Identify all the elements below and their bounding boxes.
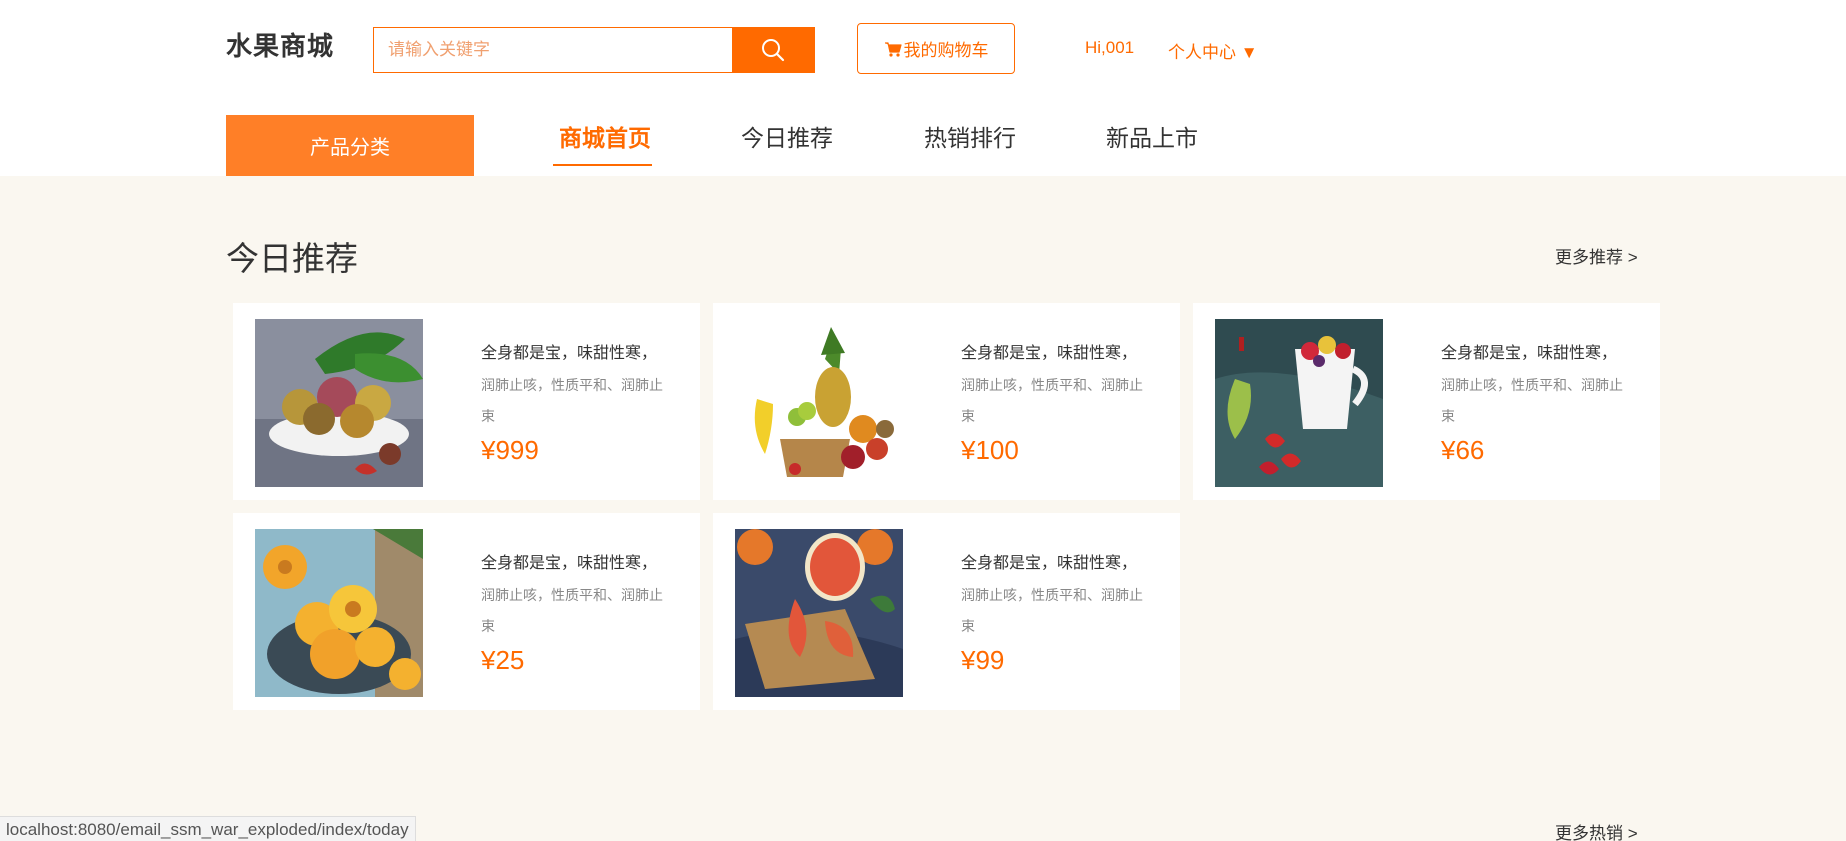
search-button[interactable] — [732, 28, 814, 72]
product-image-fruit-basket[interactable] — [735, 319, 903, 487]
product-title: 全身都是宝，味甜性寒， — [481, 345, 658, 362]
more-recommend-link[interactable]: 更多推荐 > — [1555, 243, 1638, 268]
cart-label: 我的购物车 — [903, 41, 989, 60]
site-logo[interactable]: 水果商城 — [226, 26, 334, 63]
product-title: 全身都是宝，味甜性寒， — [481, 555, 658, 572]
cart-button[interactable]: 我的购物车 — [857, 23, 1015, 74]
more-hot-link[interactable]: 更多热销 > — [1555, 819, 1638, 841]
product-title: 全身都是宝，味甜性寒， — [961, 555, 1138, 572]
product-desc: 润肺止咳，性质平和、润肺止束 — [481, 377, 663, 424]
product-image-plums[interactable] — [255, 319, 423, 487]
nav-item-home[interactable]: 商城首页 — [559, 119, 651, 153]
product-card[interactable]: 全身都是宝，味甜性寒， 润肺止咳，性质平和、润肺止束 ¥25 — [233, 513, 700, 710]
product-card[interactable]: 全身都是宝，味甜性寒， 润肺止咳，性质平和、润肺止束 ¥99 — [713, 513, 1180, 710]
product-price: ¥25 — [481, 645, 525, 675]
product-desc: 润肺止咳，性质平和、润肺止束 — [481, 587, 663, 634]
product-title: 全身都是宝，味甜性寒， — [961, 345, 1138, 362]
product-image-grapefruit[interactable] — [735, 529, 903, 697]
browser-status-url: localhost:8080/email_ssm_war_exploded/in… — [0, 816, 416, 841]
product-title: 全身都是宝，味甜性寒， — [1441, 345, 1618, 362]
user-greeting[interactable]: Hi,001 — [1085, 38, 1134, 58]
product-card[interactable]: 全身都是宝，味甜性寒， 润肺止咳，性质平和、润肺止束 ¥100 — [713, 303, 1180, 500]
nav-item-hot[interactable]: 热销排行 — [924, 119, 1016, 153]
product-desc: 润肺止咳，性质平和、润肺止束 — [961, 377, 1143, 424]
product-price: ¥66 — [1441, 435, 1485, 465]
product-card[interactable]: 全身都是宝，味甜性寒， 润肺止咳，性质平和、润肺止束 ¥999 — [233, 303, 700, 500]
product-image-apricots[interactable] — [255, 529, 423, 697]
site-header: 水果商城 我的购物车 Hi,001 个人中心 ▼ 产品分类 商城首页 今日推荐 … — [0, 0, 1846, 176]
nav-item-today[interactable]: 今日推荐 — [741, 119, 833, 153]
nav-active-indicator — [553, 164, 652, 166]
search-icon — [762, 39, 785, 62]
search-bar — [373, 27, 815, 73]
cart-icon — [884, 41, 902, 57]
product-category-button[interactable]: 产品分类 — [226, 115, 474, 176]
user-center-menu[interactable]: 个人中心 ▼ — [1168, 38, 1258, 63]
product-price: ¥99 — [961, 645, 1005, 675]
product-price: ¥100 — [961, 435, 1019, 465]
product-desc: 润肺止咳，性质平和、润肺止束 — [1441, 377, 1623, 424]
product-price: ¥999 — [481, 435, 539, 465]
product-desc: 润肺止咳，性质平和、润肺止束 — [961, 587, 1143, 634]
product-card[interactable]: 全身都是宝，味甜性寒， 润肺止咳，性质平和、润肺止束 ¥66 — [1193, 303, 1660, 500]
search-input[interactable] — [374, 28, 732, 72]
product-image-fruit-cup[interactable] — [1215, 319, 1383, 487]
nav-item-new[interactable]: 新品上市 — [1106, 119, 1198, 153]
section-title-today: 今日推荐 — [226, 240, 358, 277]
